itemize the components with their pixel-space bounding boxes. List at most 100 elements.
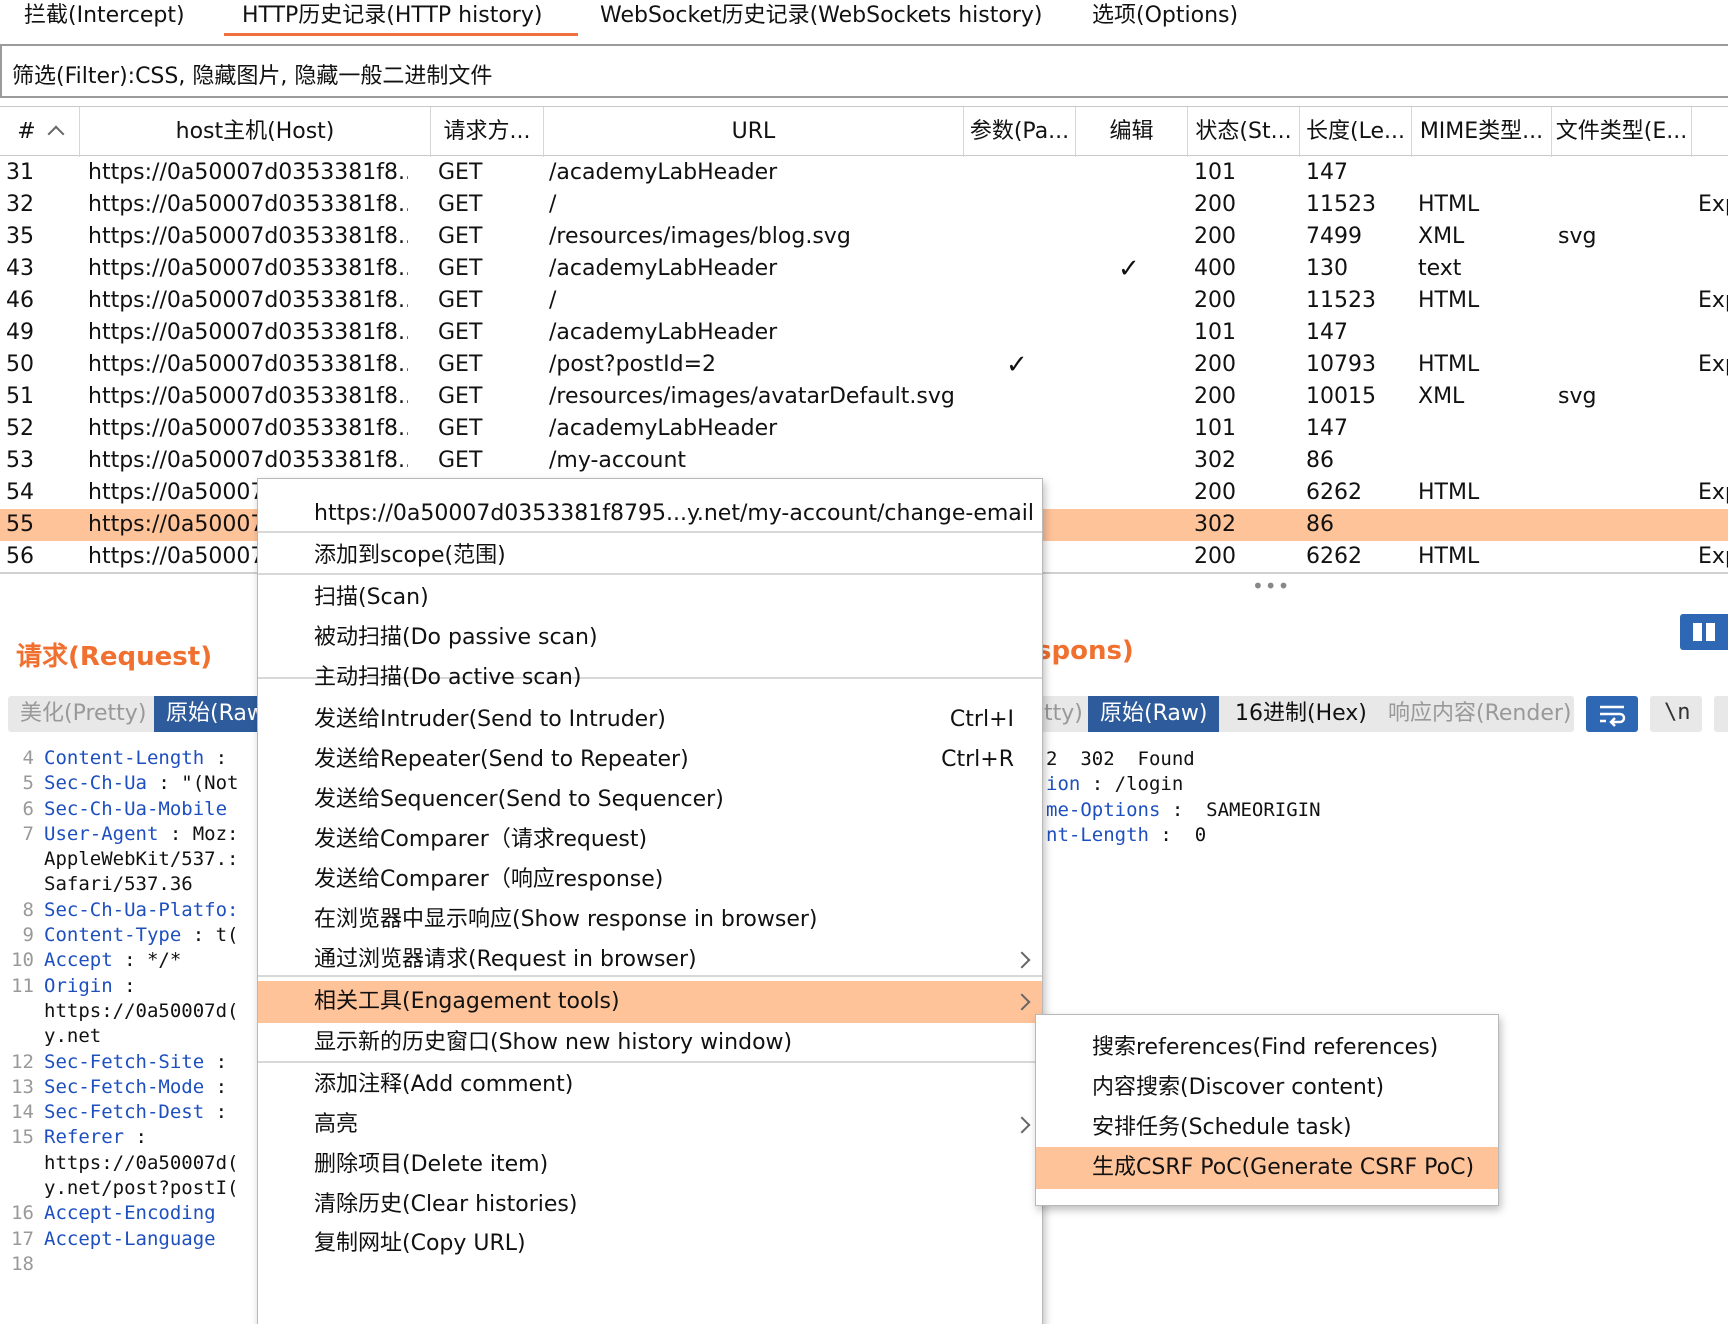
code-line: 16 Accept-Encoding [6, 1201, 238, 1226]
cell-status: 101 [1194, 320, 1236, 345]
request-editor[interactable]: 4 Content-Length : 5 Sec-Ch-Ua : "(Not 6 Sec-… [6, 746, 238, 1277]
drag-handle-icon[interactable]: ••• [1252, 574, 1290, 598]
header-value: : [204, 1101, 228, 1124]
menu-item-label: 显示新的历史窗口(Show new history window) [314, 1030, 793, 1055]
filter-bar[interactable]: 筛选(Filter):CSS, 隐藏图片, 隐藏一般二进制文件 [0, 44, 1728, 98]
table-row[interactable]: 35 https://0a50007d0353381f8... GET/resour… [0, 221, 1728, 253]
wrap-lines-icon [1600, 705, 1626, 727]
menu-item[interactable]: 发送给Repeater(Send to Repeater) Ctrl+R [258, 739, 1042, 781]
layout-toggle-button[interactable] [1680, 614, 1728, 650]
submenu-item[interactable]: 安排任务(Schedule task) [1036, 1107, 1498, 1149]
menu-item[interactable]: 删除项目(Delete item) [258, 1144, 1042, 1186]
header-name: Sec-Fetch-Mode [44, 1075, 205, 1098]
code-line: Safari/537.36 [6, 872, 238, 897]
menu-item[interactable]: 在浏览器中显示响应(Show response in browser) [258, 899, 1042, 941]
menu-item-label: 发送给Comparer（请求request) [314, 827, 648, 852]
tab-pretty[interactable]: 美化(Pretty) [8, 696, 158, 732]
cell-method: GET [438, 192, 483, 217]
menu-item-label: 主动扫描(Do active scan) [314, 665, 582, 690]
menu-item[interactable]: 被动扫描(Do passive scan) [258, 617, 1042, 659]
menu-item-label: 在浏览器中显示响应(Show response in browser) [314, 907, 818, 932]
cell-method: GET [438, 224, 483, 249]
cell-status: 200 [1194, 352, 1236, 377]
column-header-status[interactable]: 状态(St... [1188, 107, 1300, 157]
menu-item[interactable]: 发送给Comparer（请求request) [258, 819, 1042, 861]
cell-status: 302 [1194, 448, 1236, 473]
cell-length: 6262 [1306, 480, 1362, 505]
table-row[interactable]: 49 https://0a50007d0353381f8... GET/academ… [0, 317, 1728, 349]
table-row[interactable]: 52 https://0a50007d0353381f8... GET/academ… [0, 413, 1728, 445]
cell-length: 11523 [1306, 192, 1376, 217]
menu-item[interactable]: 添加到scope(范围) [258, 535, 1042, 577]
code-line: y.net/post?postI( [6, 1176, 238, 1201]
menu-item[interactable]: 高亮 [258, 1104, 1042, 1146]
submenu-item[interactable]: 搜索references(Find references) [1036, 1027, 1498, 1069]
wrap-lines-button[interactable] [1586, 696, 1638, 732]
tab-options[interactable]: 选项(Options) [1092, 0, 1238, 36]
tab-websockets-history[interactable]: WebSocket历史记录(WebSockets history) [600, 0, 1043, 36]
cell-num: 51 [6, 384, 34, 409]
cell-host: https://0a50007d0353381f8... [88, 256, 408, 281]
cell-extra [1698, 221, 1728, 253]
menu-item[interactable]: 扫描(Scan) [258, 577, 1042, 619]
cell-extra: Exp [1698, 288, 1728, 313]
cell-status: 200 [1194, 224, 1236, 249]
cell-status: 101 [1194, 416, 1236, 441]
menu-item[interactable]: 清除历史(Clear histories) [258, 1184, 1042, 1226]
menu-item[interactable]: 发送给Comparer（响应response) [258, 859, 1042, 901]
column-header-extension[interactable]: 文件类型(E... [1552, 107, 1692, 157]
submenu-item-label: 生成CSRF PoC(Generate CSRF PoC) [1092, 1155, 1475, 1180]
cell-method: GET [438, 448, 483, 473]
menu-item[interactable]: 显示新的历史窗口(Show new history window) [258, 1022, 1042, 1064]
tab-http-history[interactable]: HTTP历史记录(HTTP history) [223, 0, 579, 36]
header-value: https://0a50007d( [44, 999, 239, 1022]
cell-extra [1698, 413, 1728, 445]
submenu-item[interactable]: 内容搜索(Discover content) [1036, 1067, 1498, 1109]
cell-edited [1118, 541, 1178, 572]
cell-ext [1558, 189, 1688, 221]
table-row[interactable]: 31 https://0a50007d0353381f8... GET/academ… [0, 157, 1728, 189]
table-row[interactable]: 43 https://0a50007d0353381f8... GET/academ… [0, 253, 1728, 285]
filter-text: 筛选(Filter):CSS, 隐藏图片, 隐藏一般二进制文件 [12, 64, 493, 89]
tab-raw-response[interactable]: 原始(Raw) [1088, 696, 1220, 732]
table-row[interactable]: 32 https://0a50007d0353381f8... GET / 200 115… [0, 189, 1728, 221]
column-header-number[interactable]: # [0, 107, 80, 157]
tab-render-response[interactable]: 响应内容(Render) [1376, 696, 1584, 732]
tab-intercept[interactable]: 拦截(Intercept) [24, 0, 185, 36]
column-header-url[interactable]: URL [544, 107, 964, 157]
column-header-mime[interactable]: MIME类型... [1412, 107, 1552, 157]
cell-method: GET [438, 256, 483, 281]
menu-item[interactable]: 相关工具(Engagement tools) [258, 981, 1042, 1023]
show-newlines-button[interactable]: \n [1650, 696, 1702, 732]
table-row[interactable]: 50 https://0a50007d0353381f8... GET/post?p… [0, 349, 1728, 381]
tab-hex-response[interactable]: 16进制(Hex) [1223, 696, 1379, 732]
code-line: 2 302 Found [1046, 748, 1195, 770]
more-options-button[interactable] [1714, 696, 1728, 732]
column-header-params[interactable]: 参数(Pa... [964, 107, 1076, 157]
cell-extra [1698, 157, 1728, 189]
table-row[interactable]: 53 https://0a50007d0353381f8... GET/my-acc… [0, 445, 1728, 477]
column-header-method[interactable]: 请求方... [431, 107, 544, 157]
cell-num: 46 [6, 288, 34, 313]
column-header-length[interactable]: 长度(Le... [1300, 107, 1412, 157]
chevron-right-icon [1013, 1116, 1031, 1134]
header-name: me-Options [1046, 798, 1161, 821]
menu-item[interactable]: 发送给Sequencer(Send to Sequencer) [258, 779, 1042, 821]
menu-item[interactable]: 通过浏览器请求(Request in browser) [258, 939, 1042, 981]
submenu-item-label: 搜索references(Find references) [1092, 1035, 1439, 1060]
column-header-edited[interactable]: 编辑 [1076, 107, 1188, 157]
cell-mime: text [1418, 256, 1462, 281]
submenu-item[interactable]: 生成CSRF PoC(Generate CSRF PoC) [1036, 1147, 1498, 1189]
menu-item[interactable]: 主动扫描(Do active scan) [258, 657, 1042, 699]
top-tab-bar: 拦截(Intercept) HTTP历史记录(HTTP history) Web… [0, 0, 1728, 36]
column-header-host[interactable]: host主机(Host) [80, 107, 431, 157]
menu-item[interactable]: https://0a50007d0353381f8795...y.net/my-… [258, 493, 1042, 535]
table-row[interactable]: 46 https://0a50007d0353381f8... GET / 200 115… [0, 285, 1728, 317]
menu-item[interactable]: 发送给Intruder(Send to Intruder) Ctrl+I [258, 699, 1042, 741]
menu-item[interactable]: 复制网址(Copy URL) [258, 1223, 1042, 1265]
header-value: : */* [112, 949, 182, 972]
cell-num: 52 [6, 416, 34, 441]
table-row[interactable]: 51 https://0a50007d0353381f8... GET/resour… [0, 381, 1728, 413]
submenu-item-label: 安排任务(Schedule task) [1092, 1115, 1352, 1140]
menu-item[interactable]: 添加注释(Add comment) [258, 1064, 1042, 1106]
